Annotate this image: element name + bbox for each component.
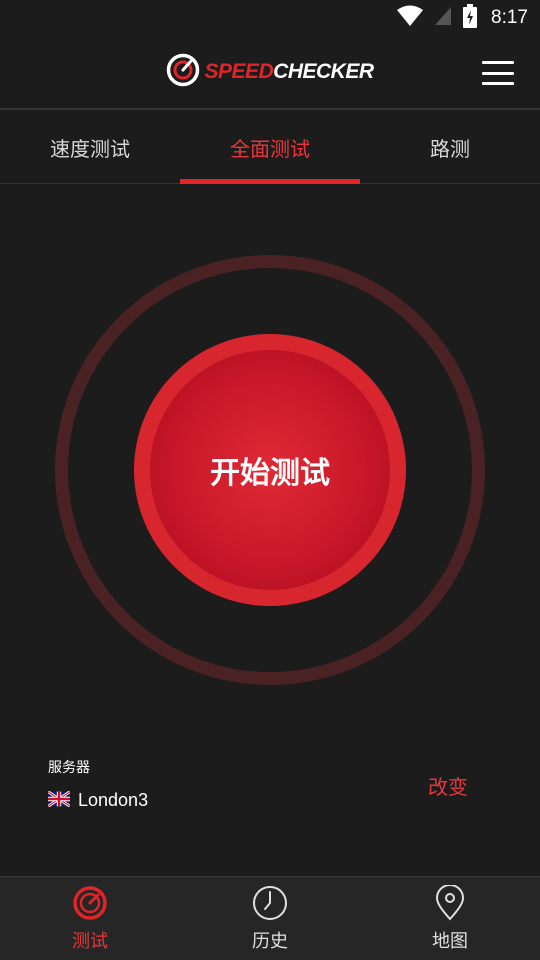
change-server-button[interactable]: 改变	[428, 771, 468, 800]
uk-flag-icon	[47, 789, 71, 811]
start-test-button[interactable]: 开始测试	[134, 334, 406, 606]
nav-item-test[interactable]: 测试	[0, 877, 180, 960]
nav-label-history: 历史	[252, 930, 288, 952]
clock-icon	[251, 885, 289, 925]
status-time: 8:17	[491, 7, 528, 28]
signal-icon	[433, 5, 453, 31]
tab-full-test[interactable]: 全面测试	[180, 112, 360, 184]
tab-speed-test[interactable]: 速度测试	[0, 112, 180, 183]
nav-label-map: 地图	[432, 930, 468, 952]
nav-item-history[interactable]: 历史	[180, 877, 360, 960]
nav-label-test: 测试	[72, 930, 108, 952]
wifi-icon	[397, 5, 424, 31]
speedchecker-logo: SPEEDCHECKER	[166, 53, 374, 91]
hamburger-menu-icon[interactable]	[482, 61, 514, 85]
status-bar: 8:17	[0, 0, 540, 36]
logo-text-speed: SPEED	[204, 60, 274, 83]
map-pin-icon	[431, 883, 469, 925]
speedometer-logo-icon	[166, 53, 200, 91]
tab-drive-test[interactable]: 路测	[360, 112, 540, 183]
battery-icon	[463, 4, 478, 32]
server-name: London3	[78, 790, 149, 810]
app-header: SPEEDCHECKER	[0, 36, 540, 110]
test-mode-tabs: 速度测试 全面测试 路测	[0, 112, 540, 184]
speedometer-icon	[71, 885, 109, 925]
server-row: London3	[47, 789, 149, 811]
server-caption: 服务器	[48, 760, 90, 776]
nav-item-map[interactable]: 地图	[360, 877, 540, 960]
logo-text-checker: CHECKER	[273, 60, 374, 83]
bottom-nav: 测试 历史 地图	[0, 876, 540, 960]
start-test-label: 开始测试	[210, 456, 330, 491]
